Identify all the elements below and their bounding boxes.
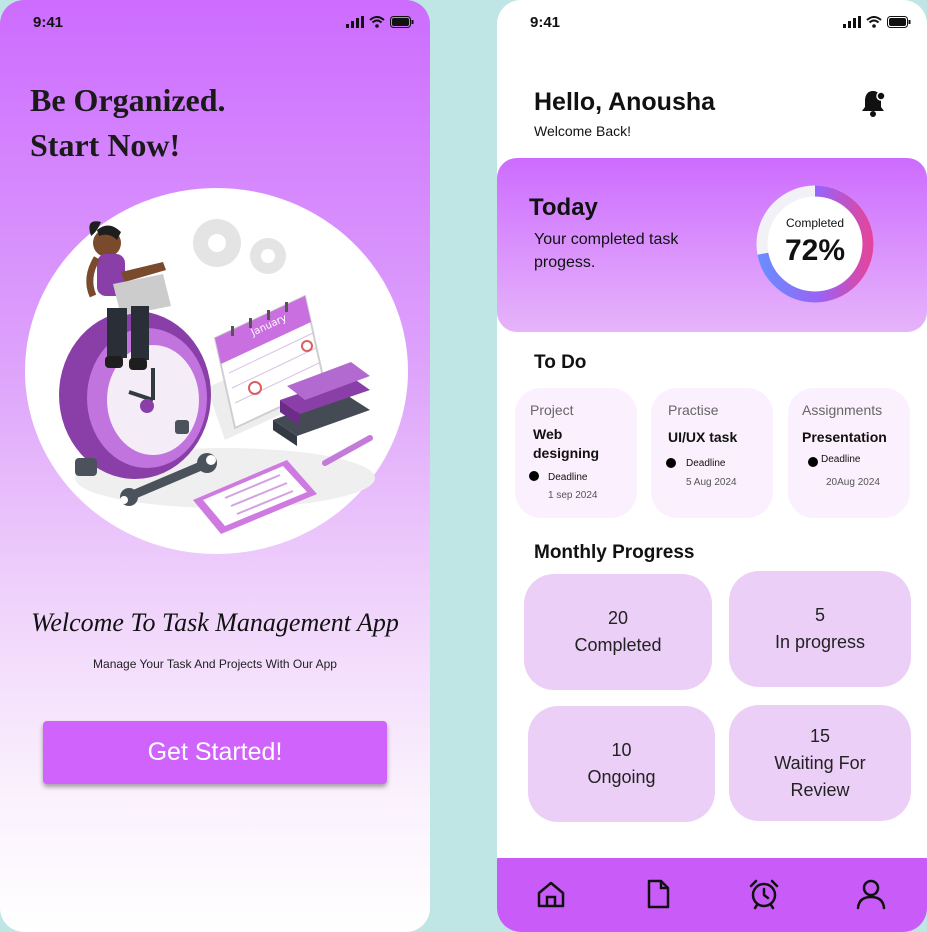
home-icon[interactable]: [535, 878, 567, 910]
progress-count: 10: [611, 740, 632, 760]
progress-card-waiting-review[interactable]: 15 Waiting For Review: [729, 705, 911, 821]
bottom-nav: [497, 858, 927, 932]
progress-count: 15: [809, 725, 831, 746]
todo-card[interactable]: Practise UI/UX task Deadline 5 Aug 2024: [651, 388, 773, 518]
status-time: 9:41: [33, 14, 64, 31]
progress-label-line-2: Review: [790, 779, 850, 800]
battery-icon: [390, 16, 414, 28]
completed-value: 72%: [784, 234, 846, 267]
welcome-subtitle: Manage Your Task And Projects With Our A…: [93, 657, 337, 671]
todo-task: UI/UX task: [668, 429, 738, 445]
todo-card[interactable]: Project Web designing Deadline 1 sep 202…: [515, 388, 637, 518]
progress-label: In progress: [774, 632, 866, 652]
status-bar: 9:41: [497, 12, 927, 34]
dashboard-screen: 9:41 Hello, Anousha Welcome Back! Today …: [497, 0, 927, 932]
signal-icon: [346, 16, 364, 28]
onboarding-screen: 9:41 Be Organized. Start Now! January We…: [0, 0, 430, 932]
alarm-icon[interactable]: [748, 878, 780, 910]
progress-count: 5: [814, 605, 825, 625]
progress-label: Completed: [574, 635, 662, 655]
todo-title: To Do: [534, 352, 587, 373]
profile-icon[interactable]: [855, 878, 887, 910]
todo-category: Project: [530, 402, 574, 418]
deadline-label: Deadline: [821, 454, 861, 465]
document-icon[interactable]: [642, 878, 674, 910]
welcome-title: Welcome To Task Management App: [31, 608, 399, 637]
todo-category: Practise: [668, 402, 719, 418]
task-illustration: January: [59, 219, 375, 534]
progress-card-in-progress[interactable]: 5 In progress: [729, 571, 911, 687]
progress-label: Ongoing: [587, 767, 656, 787]
signal-icon: [843, 16, 861, 28]
bell-icon[interactable]: [860, 88, 886, 118]
progress-label: Waiting For: [774, 752, 866, 773]
progress-card-ongoing[interactable]: 10 Ongoing: [528, 706, 715, 822]
greeting: Hello, Anousha: [534, 88, 716, 116]
todo-task: Web designing: [533, 426, 600, 461]
headline-line-1: Be Organized.: [30, 82, 226, 118]
gear-icon: [193, 219, 286, 274]
todo-category: Assignments: [802, 402, 883, 418]
wifi-icon: [866, 16, 882, 28]
status-time: 9:41: [530, 14, 561, 31]
get-started-button[interactable]: Get Started!: [43, 721, 387, 784]
headline-line-2: Start Now!: [30, 127, 181, 163]
todo-card[interactable]: Assignments Presentation Deadline 20Aug …: [788, 388, 910, 518]
deadline-dot-icon: [666, 458, 676, 468]
status-bar: 9:41: [0, 12, 430, 34]
welcome-back: Welcome Back!: [534, 123, 631, 139]
completed-label: Completed: [785, 216, 845, 230]
deadline-date: 5 Aug 2024: [686, 477, 737, 488]
wifi-icon: [369, 16, 385, 28]
deadline-label: Deadline: [686, 458, 726, 469]
deadline-label: Deadline: [548, 472, 588, 483]
deadline-date: 20Aug 2024: [826, 477, 880, 488]
progress-count: 20: [607, 608, 629, 628]
deadline-date: 1 sep 2024: [548, 490, 598, 501]
today-card: Today Your completed task progess. Compl…: [497, 158, 927, 332]
battery-icon: [887, 16, 911, 28]
today-subtitle: Your completed task progess.: [534, 231, 679, 271]
monthly-progress-title: Monthly Progress: [534, 542, 695, 563]
today-title: Today: [529, 194, 598, 221]
deadline-dot-icon: [808, 457, 818, 467]
todo-task: Presentation: [802, 429, 887, 445]
onboarding-headline: Be Organized. Start Now!: [30, 78, 226, 168]
progress-card-completed[interactable]: 20 Completed: [524, 574, 712, 690]
deadline-dot-icon: [529, 471, 539, 481]
illustration-circle: January: [25, 188, 408, 554]
progress-ring: Completed 72%: [753, 182, 877, 306]
